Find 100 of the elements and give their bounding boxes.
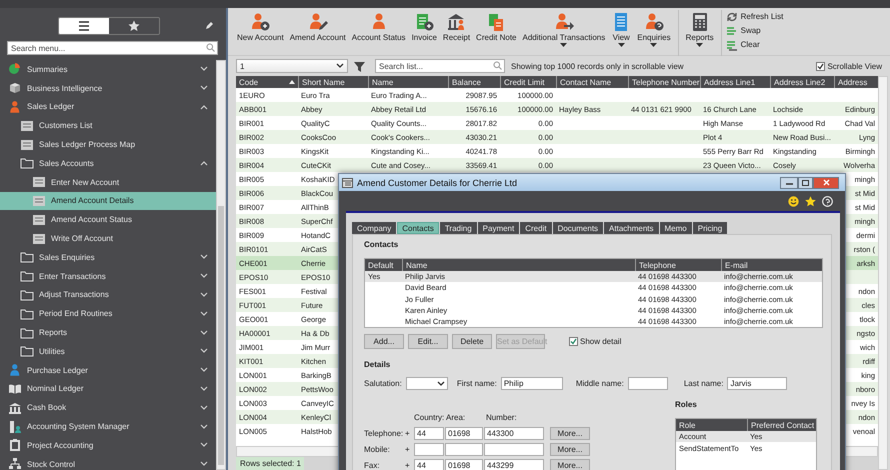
toolbar-button[interactable]: Enquiries <box>634 10 674 50</box>
column-label: Number: <box>486 412 518 422</box>
tab[interactable]: Payment <box>478 222 520 234</box>
person-pencil-icon <box>308 12 328 32</box>
menu-item[interactable]: Summaries <box>0 60 216 79</box>
form-icon <box>20 138 34 151</box>
menu-item[interactable]: Enter New Account <box>0 172 216 192</box>
menu-item[interactable]: Write Off Account <box>0 229 216 248</box>
caret-icon <box>696 43 704 48</box>
toolbar-button[interactable]: View <box>608 10 634 50</box>
toolbar-button[interactable]: Reports <box>682 10 717 50</box>
minimize-button[interactable] <box>780 176 798 188</box>
person-arrow-icon <box>554 12 574 32</box>
menu-item[interactable]: Period End Routines <box>0 304 216 324</box>
chevron-down-icon <box>200 424 208 430</box>
smiley-icon[interactable] <box>788 196 799 206</box>
toolbar-button[interactable]: Account Status <box>348 10 409 44</box>
sort-ascending-icon <box>289 80 295 84</box>
records-dropdown[interactable]: 1 <box>236 59 348 73</box>
chevron-up-icon <box>200 104 208 110</box>
text-field[interactable]: 443300 <box>484 426 544 440</box>
text-field[interactable]: 443299 <box>484 458 544 470</box>
menu-item[interactable]: Sales Ledger <box>0 98 216 116</box>
menu-item[interactable]: Stock Control <box>0 454 216 470</box>
menu-item[interactable]: Customers List <box>0 116 216 136</box>
toolbar-button[interactable]: New Account <box>234 10 287 44</box>
text-field[interactable] <box>414 442 444 456</box>
tab[interactable]: Trading <box>440 222 477 234</box>
toolbar-button[interactable]: Receipt <box>440 10 474 44</box>
text-field[interactable] <box>445 442 483 456</box>
window-title: Amend Customer Details for Cherrie Ltd <box>357 178 518 188</box>
more-button[interactable]: More... <box>550 442 590 456</box>
text-field[interactable]: Jarvis <box>727 377 788 390</box>
menu-item[interactable]: Adjust Transactions <box>0 286 216 304</box>
menu-item[interactable]: Project Accounting <box>0 436 216 455</box>
help-icon[interactable] <box>822 196 833 206</box>
filter-icon[interactable] <box>354 60 365 72</box>
menu-item[interactable]: Sales Accounts <box>0 154 216 173</box>
text-field[interactable] <box>628 377 668 390</box>
menu-item[interactable]: Reports <box>0 323 216 342</box>
tab[interactable]: Documents <box>552 222 604 234</box>
tab[interactable]: Contacts <box>397 222 439 234</box>
toolbar-button[interactable]: Swap <box>726 24 784 37</box>
text-field[interactable]: 01698 <box>445 458 483 470</box>
action-button[interactable]: Delete <box>452 334 492 349</box>
tab[interactable]: Pricing <box>692 222 728 234</box>
toolbar-button[interactable]: Amend Account <box>286 10 349 44</box>
menu-item[interactable]: Amend Account Details <box>0 192 216 210</box>
action-button[interactable]: Edit... <box>408 334 448 349</box>
menu-item-label: Sales Enquiries <box>39 252 96 262</box>
star-icon[interactable] <box>805 196 816 206</box>
menu-item[interactable]: Amend Account Status <box>0 210 216 230</box>
menu-item[interactable]: Utilities <box>0 342 216 361</box>
hierarchy-icon <box>8 457 22 470</box>
menu-item[interactable]: Business Intelligence <box>0 78 216 98</box>
menu-item[interactable]: Cash Book <box>0 398 216 418</box>
text-field[interactable]: 01698 <box>445 426 483 440</box>
text-field[interactable]: 44 <box>414 458 444 470</box>
menu-item[interactable]: Sales Ledger Process Map <box>0 135 216 154</box>
tab[interactable]: Credit <box>520 222 552 234</box>
maximize-button[interactable] <box>798 176 813 188</box>
menu-item[interactable]: Purchase Ledger <box>0 360 216 380</box>
action-button[interactable]: Add... <box>364 334 404 349</box>
column-header[interactable]: Role <box>676 419 747 431</box>
pencil-icon[interactable] <box>205 21 214 30</box>
field-label: Mobile: <box>364 444 391 454</box>
column-header[interactable]: Default <box>365 259 402 271</box>
text-field[interactable]: 44 <box>414 426 444 440</box>
menu-item[interactable]: Enter Transactions <box>0 266 216 286</box>
folder-icon <box>20 326 34 339</box>
caret-icon <box>560 43 568 48</box>
tab[interactable]: Memo <box>660 222 692 234</box>
text-field[interactable]: Philip <box>500 377 563 390</box>
menu-item[interactable]: Nominal Ledger <box>0 380 216 398</box>
list-view-button[interactable] <box>59 18 109 34</box>
menu-item-label: Cash Book <box>27 403 68 412</box>
chevron-down-icon <box>200 310 208 317</box>
close-button[interactable] <box>813 176 839 188</box>
toolbar-button[interactable]: Additional Transactions <box>520 10 608 50</box>
toolbar-button[interactable]: Clear <box>726 38 784 51</box>
more-button[interactable]: More... <box>550 426 590 440</box>
toolbar-button[interactable]: Refresh List <box>726 10 784 23</box>
menu-item[interactable]: Accounting System Manager <box>0 417 216 436</box>
tab[interactable]: Company <box>352 222 396 234</box>
search-field[interactable]: Search menu... <box>7 41 218 55</box>
scrollbar[interactable] <box>216 60 226 470</box>
toolbar-button[interactable]: Invoice <box>408 10 440 44</box>
text-field[interactable] <box>484 442 544 456</box>
bank-icon <box>446 12 466 32</box>
search-field[interactable]: Search list... <box>375 59 505 73</box>
tab[interactable]: Attachments <box>604 222 659 234</box>
clipboard-icon <box>8 438 22 452</box>
menu-item[interactable]: Sales Enquiries <box>0 248 216 267</box>
more-button[interactable]: More... <box>550 458 590 470</box>
scrollable-view-checkbox[interactable]: Scrollable View <box>816 62 882 70</box>
show-detail-checkbox[interactable]: Show detail <box>569 337 622 346</box>
scrollbar[interactable] <box>878 76 888 470</box>
column-header[interactable]: Code <box>236 76 298 88</box>
form-icon <box>32 176 46 188</box>
toolbar-button[interactable]: Credit Note <box>473 10 520 44</box>
